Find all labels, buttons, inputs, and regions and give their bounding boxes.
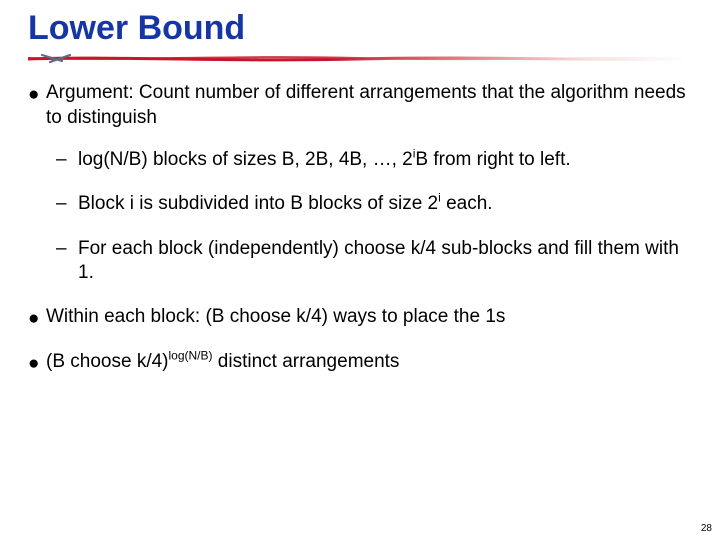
dash-icon: – [56, 192, 78, 216]
bullet-icon: ● [28, 350, 46, 376]
bullet-text: Argument: Count number of different arra… [46, 81, 700, 130]
list-item: – For each block (independently) choose … [56, 237, 700, 286]
bullet-text: For each block (independently) choose k/… [78, 237, 700, 286]
page-title: Lower Bound [28, 10, 700, 47]
bullet-text: log(N/B) blocks of sizes B, 2B, 4B, …, 2… [78, 148, 700, 172]
bullet-icon: ● [28, 81, 46, 130]
slide-body: ● Argument: Count number of different ar… [28, 81, 700, 376]
bullet-text: Within each block: (B choose k/4) ways t… [46, 305, 700, 331]
page-number: 28 [701, 523, 712, 534]
dash-icon: – [56, 237, 78, 286]
list-item: ● (B choose k/4)log(N/B) distinct arrang… [28, 350, 700, 376]
list-item: – Block i is subdivided into B blocks of… [56, 192, 700, 216]
list-item: – log(N/B) blocks of sizes B, 2B, 4B, …,… [56, 148, 700, 172]
bullet-text: (B choose k/4)log(N/B) distinct arrangem… [46, 350, 700, 376]
list-item: ● Argument: Count number of different ar… [28, 81, 700, 130]
list-item: ● Within each block: (B choose k/4) ways… [28, 305, 700, 331]
bullet-text: Block i is subdivided into B blocks of s… [78, 192, 700, 216]
dash-icon: – [56, 148, 78, 172]
bullet-icon: ● [28, 305, 46, 331]
brush-rule-icon [28, 53, 688, 63]
title-underline [28, 53, 700, 63]
